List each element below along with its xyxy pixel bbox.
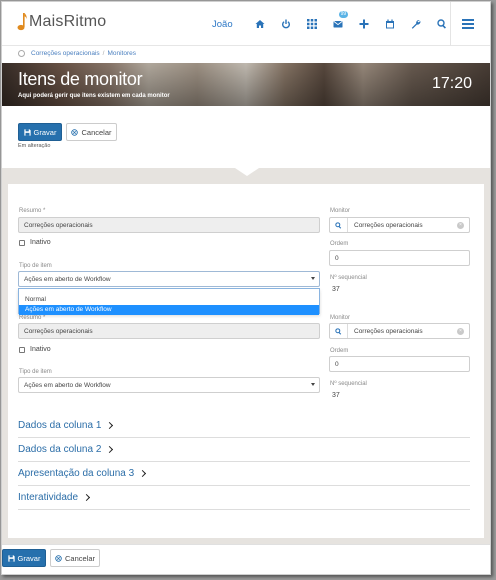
clear-icon[interactable]: × bbox=[457, 221, 464, 229]
section-dados-coluna-1[interactable]: Dados da coluna 1 bbox=[18, 414, 470, 438]
dropdown-arrow-icon bbox=[311, 383, 315, 386]
card-margin-right bbox=[484, 184, 490, 538]
tipo-select[interactable]: Ações em aberto de Workflow bbox=[18, 271, 320, 287]
inativo-label: Inativo bbox=[30, 239, 51, 246]
section-title: Dados da coluna 1 bbox=[18, 420, 102, 431]
section-divider bbox=[2, 168, 490, 184]
section-apresentacao-coluna-3[interactable]: Apresentação da coluna 3 bbox=[18, 462, 470, 486]
seq-label: Nº sequencial bbox=[330, 381, 367, 387]
resumo-label: Resumo * bbox=[19, 315, 46, 321]
edit-status: Em alteração bbox=[18, 143, 51, 149]
resumo-value: Correções operacionais bbox=[24, 327, 93, 335]
app-logo[interactable]: MaisRitmo bbox=[17, 12, 106, 32]
mail-badge: 99 bbox=[338, 11, 349, 18]
main-nav: João 99 bbox=[212, 11, 455, 33]
checkbox-box[interactable] bbox=[19, 346, 25, 353]
seq-label: Nº sequencial bbox=[330, 275, 367, 281]
music-note-icon bbox=[17, 13, 27, 31]
monitor-label: Monitor bbox=[330, 315, 351, 321]
chevron-right-icon bbox=[139, 469, 147, 478]
page-banner: Itens de monitor Aqui poderá gerir que i… bbox=[2, 63, 490, 106]
ordem-field[interactable]: 0 bbox=[329, 356, 470, 372]
breadcrumb-separator: / bbox=[102, 50, 105, 57]
top-navbar: MaisRitmo João 99 bbox=[2, 2, 490, 46]
breadcrumb-item[interactable]: Monitores bbox=[107, 50, 136, 57]
save-button[interactable]: Gravar bbox=[18, 123, 62, 141]
chevron-right-icon bbox=[106, 445, 114, 454]
breadcrumb: Correções operacionais / Monitores bbox=[18, 50, 136, 57]
cancel-button-label: Cancelar bbox=[64, 553, 95, 563]
section-title: Interatividade bbox=[18, 492, 79, 503]
ordem-label: Ordem bbox=[330, 241, 349, 247]
power-icon[interactable] bbox=[273, 15, 299, 33]
search-icon[interactable] bbox=[330, 324, 348, 338]
tipo-value: Ações em aberto de Workflow bbox=[24, 275, 111, 283]
mail-icon[interactable]: 99 bbox=[325, 11, 351, 33]
ordem-value: 0 bbox=[335, 360, 339, 368]
plus-icon[interactable] bbox=[351, 15, 377, 33]
section-interatividade[interactable]: Interatividade bbox=[18, 486, 470, 510]
floppy-disk-icon bbox=[7, 554, 15, 562]
inativo-label: Inativo bbox=[30, 346, 51, 353]
monitor-value: Correções operacionais bbox=[354, 221, 423, 229]
footer-action-bar: Gravar Cancelar bbox=[2, 544, 490, 574]
cancel-circle-icon bbox=[71, 128, 79, 136]
seq-value: 37 bbox=[332, 286, 340, 293]
app-name: MaisRitmo bbox=[29, 13, 107, 30]
resumo-field[interactable]: Correções operacionais bbox=[18, 323, 320, 339]
ordem-label: Ordem bbox=[330, 348, 349, 354]
monitor-lookup[interactable]: Correções operacionais × bbox=[329, 323, 470, 339]
dropdown-arrow-icon bbox=[311, 277, 315, 280]
monitor-label: Monitor bbox=[330, 208, 351, 214]
cancel-button[interactable]: Cancelar bbox=[50, 549, 100, 567]
tipo-label: Tipo de item bbox=[19, 263, 52, 269]
tipo-dropdown-list: Normal Ações em aberto de Workflow bbox=[18, 288, 320, 315]
hamburger-menu-icon[interactable] bbox=[458, 16, 478, 32]
resumo-label: Resumo * bbox=[19, 208, 46, 214]
resumo-field[interactable]: Correções operacionais bbox=[18, 217, 320, 233]
cancel-circle-icon bbox=[55, 554, 62, 562]
dropdown-option[interactable]: Normal bbox=[19, 295, 319, 305]
section-title: Apresentação da coluna 3 bbox=[18, 468, 135, 479]
floppy-disk-icon bbox=[23, 128, 31, 136]
calendar-icon[interactable] bbox=[377, 15, 403, 33]
menu-divider bbox=[450, 2, 451, 46]
section-dados-coluna-2[interactable]: Dados da coluna 2 bbox=[18, 438, 470, 462]
page-subtitle: Aqui poderá gerir que itens existem em c… bbox=[18, 93, 170, 99]
tipo-label: Tipo de item bbox=[19, 369, 52, 375]
ordem-value: 0 bbox=[335, 254, 339, 262]
checkbox-box[interactable] bbox=[19, 239, 25, 246]
save-button[interactable]: Gravar bbox=[2, 549, 46, 567]
user-name-link[interactable]: João bbox=[212, 19, 233, 30]
section-title: Dados da coluna 2 bbox=[18, 444, 102, 455]
apps-grid-icon[interactable] bbox=[299, 15, 325, 33]
page-title: Itens de monitor bbox=[18, 69, 143, 89]
resumo-value: Correções operacionais bbox=[24, 221, 93, 229]
save-button-label: Gravar bbox=[33, 127, 57, 137]
search-icon[interactable] bbox=[330, 218, 348, 232]
home-icon[interactable] bbox=[247, 15, 273, 33]
wrench-icon[interactable] bbox=[403, 15, 429, 33]
breadcrumb-home-icon[interactable] bbox=[18, 50, 25, 57]
inativo-checkbox[interactable]: Inativo bbox=[19, 239, 51, 246]
seq-value: 37 bbox=[332, 392, 340, 399]
cancel-button[interactable]: Cancelar bbox=[66, 123, 117, 141]
app-window: MaisRitmo João 99 Correções operacionais… bbox=[1, 1, 491, 575]
clear-icon[interactable]: × bbox=[457, 327, 464, 335]
monitor-lookup[interactable]: Correções operacionais × bbox=[329, 217, 470, 233]
cancel-button-label: Cancelar bbox=[81, 127, 112, 137]
breadcrumb-item[interactable]: Correções operacionais bbox=[31, 50, 100, 57]
chevron-right-icon bbox=[106, 421, 114, 430]
ordem-field[interactable]: 0 bbox=[329, 250, 470, 266]
save-button-label: Gravar bbox=[17, 553, 41, 563]
dropdown-option-selected[interactable]: Ações em aberto de Workflow bbox=[19, 305, 319, 315]
monitor-value: Correções operacionais bbox=[354, 327, 423, 335]
divider-notch bbox=[235, 168, 259, 176]
chevron-right-icon bbox=[83, 493, 91, 502]
clock: 17:20 bbox=[431, 75, 472, 92]
tipo-value: Ações em aberto de Workflow bbox=[24, 381, 111, 389]
inativo-checkbox[interactable]: Inativo bbox=[19, 346, 51, 353]
tipo-select[interactable]: Ações em aberto de Workflow bbox=[18, 377, 320, 393]
